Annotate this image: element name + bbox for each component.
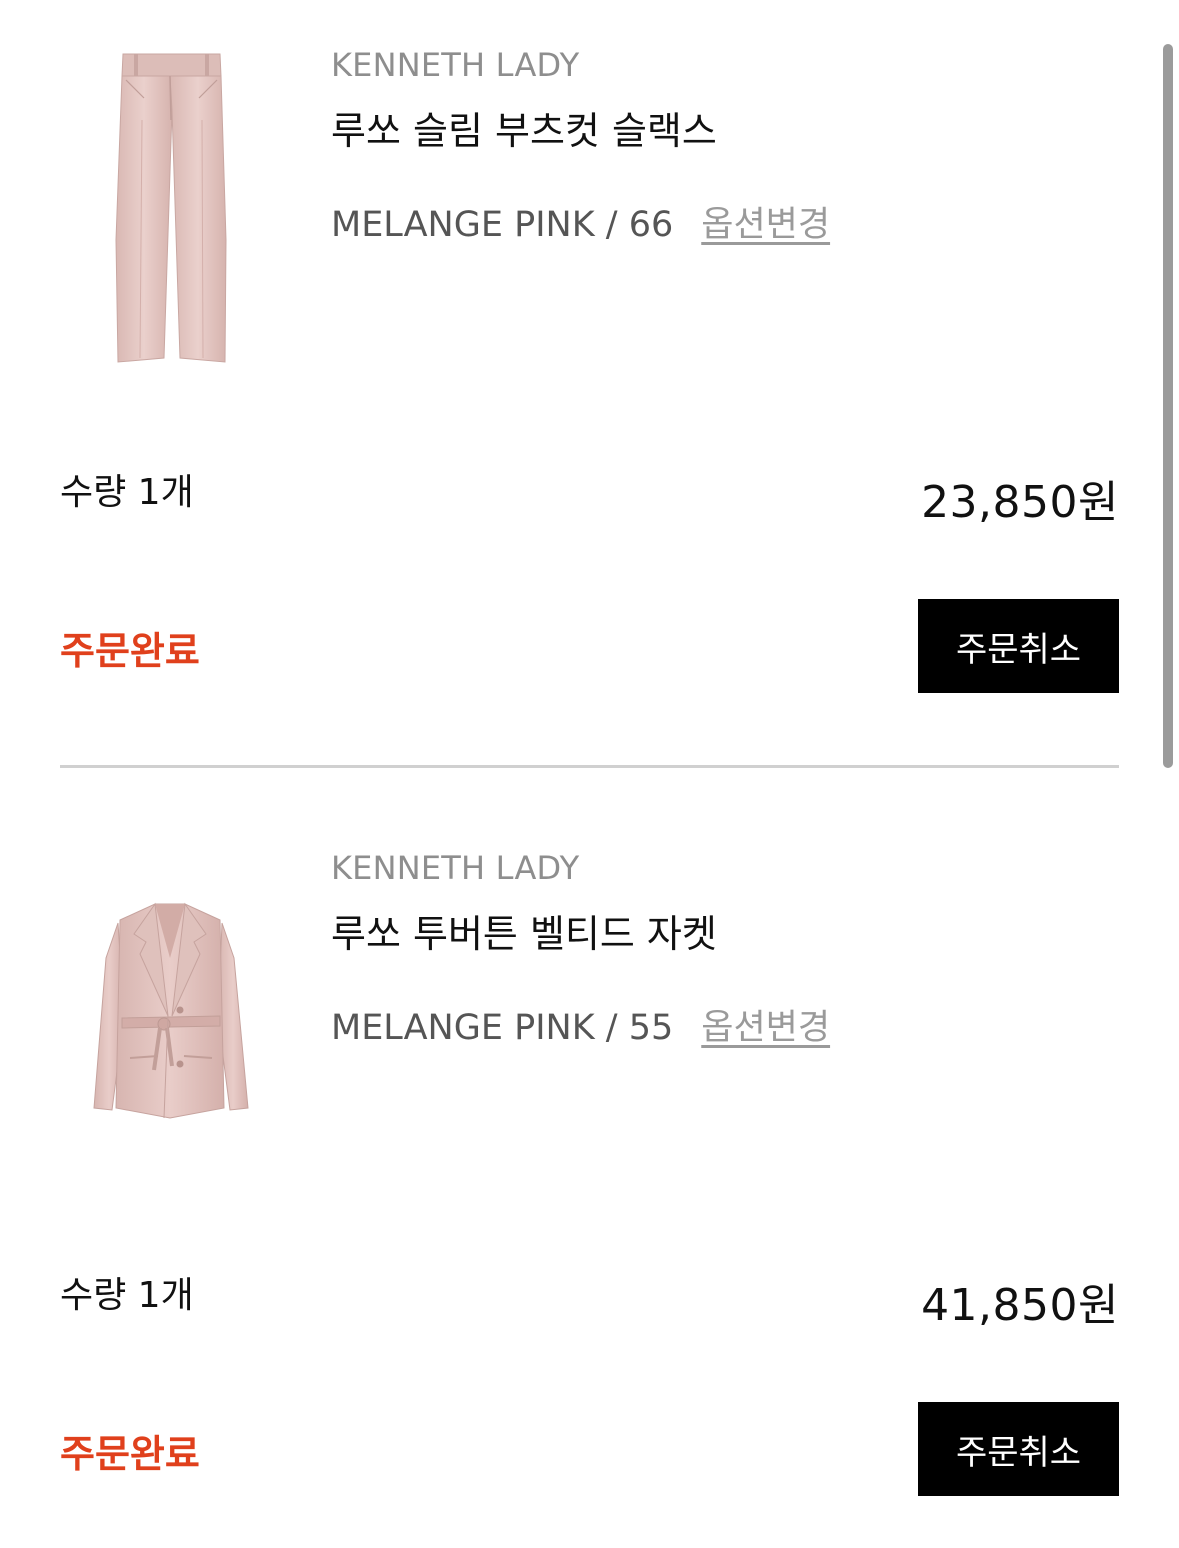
cancel-order-button[interactable]: 주문취소 [918, 599, 1119, 693]
product-name[interactable]: 루쏘 슬림 부츠컷 슬랙스 [331, 100, 717, 155]
order-status: 주문완료 [60, 1432, 200, 1476]
brand-name: KENNETH LADY [331, 46, 580, 84]
option-row: MELANGE PINK / 55 옵션변경 [331, 999, 830, 1050]
price: 41,850원 [921, 1280, 1119, 1331]
option-change-link[interactable]: 옵션변경 [701, 196, 830, 247]
cancel-order-button[interactable]: 주문취소 [918, 1402, 1119, 1496]
product-name[interactable]: 루쏘 투버튼 벨티드 자켓 [331, 903, 717, 958]
option-change-link[interactable]: 옵션변경 [701, 999, 830, 1050]
pants-icon [115, 53, 227, 363]
quantity-label: 수량 1개 [60, 1275, 194, 1316]
jacket-icon [93, 902, 249, 1119]
option-row: MELANGE PINK / 66 옵션변경 [331, 196, 830, 247]
quantity-label: 수량 1개 [60, 472, 194, 513]
order-status: 주문완료 [60, 629, 200, 673]
scrollbar[interactable] [1163, 44, 1173, 768]
scrollbar-thumb[interactable] [1163, 44, 1173, 768]
brand-name: KENNETH LADY [331, 849, 580, 887]
price: 23,850원 [921, 477, 1119, 528]
product-image-pants[interactable] [60, 40, 280, 400]
product-image-jacket[interactable] [60, 898, 280, 1258]
product-option: MELANGE PINK / 66 [331, 205, 674, 245]
divider [60, 765, 1119, 768]
product-option: MELANGE PINK / 55 [331, 1008, 674, 1048]
